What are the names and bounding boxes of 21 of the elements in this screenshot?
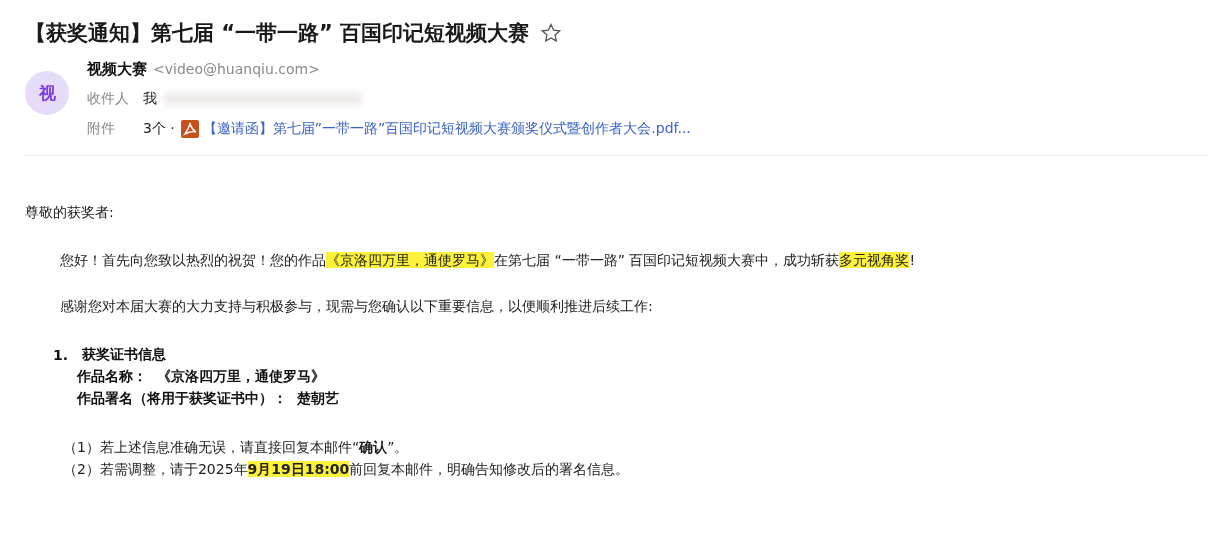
- sender-address: <video@huanqiu.com>: [153, 61, 320, 77]
- recipient-name: 我: [143, 90, 157, 108]
- attachment-link[interactable]: 【邀请函】第七届”一带一路”百国印记短视频大赛颁奖仪式暨创作者大会.pdf...: [202, 120, 691, 138]
- field-label: 作品署名（将用于获奖证书中）：: [77, 390, 287, 408]
- attachment-count: 3个 ·: [143, 120, 175, 138]
- list-number: 1.: [53, 347, 69, 363]
- section-heading: 获奖证书信息: [82, 346, 167, 364]
- star-icon[interactable]: [541, 23, 562, 43]
- pdf-icon: [180, 120, 199, 138]
- note-text: （1）若上述信息准确无误，请直接回复本邮件“确认”。: [63, 438, 410, 457]
- sender-name: 视频大赛: [87, 59, 147, 79]
- body-paragraph: 感谢您对本届大赛的大力支持与积极参与，现需与您确认以下重要信息，以便顺利推进后续工作:: [60, 298, 654, 316]
- email-subject: 【获奖通知】第七届 “一带一路” 百国印记短视频大赛: [25, 20, 530, 47]
- field-value: 楚朝艺: [297, 390, 339, 408]
- sender-avatar: 视: [25, 71, 69, 115]
- field-label: 作品名称：: [77, 368, 147, 386]
- attachments-label: 附件: [87, 120, 116, 138]
- greeting-text: 尊敬的获奖者:: [25, 204, 115, 222]
- recipients-label: 收件人: [87, 90, 130, 108]
- field-value: 《京洛四万里，通使罗马》: [157, 368, 325, 386]
- body-paragraph: 您好！首先向您致以热烈的祝贺！您的作品《京洛四万里，通使罗马》在第七届 “一带一路” 百国印记短视频大赛中，成功斩获多元视角奖!: [60, 252, 917, 270]
